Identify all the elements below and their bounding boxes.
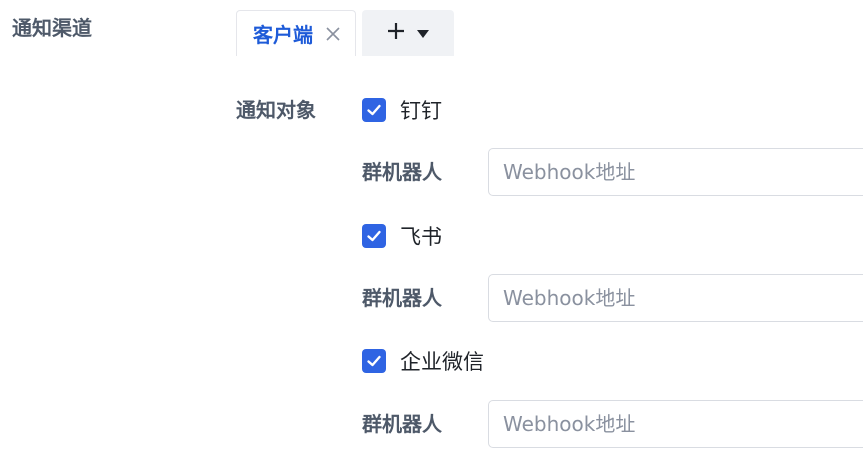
wecom-webhook-input[interactable]	[488, 400, 863, 448]
wecom-checkbox[interactable]	[362, 349, 386, 373]
dingtalk-webhook-input[interactable]	[488, 148, 863, 196]
tab-client[interactable]: 客户端	[236, 10, 356, 56]
feishu-webhook-input[interactable]	[488, 274, 863, 322]
channel-dingtalk: 钉钉	[362, 96, 442, 124]
feishu-robot-label: 群机器人	[362, 286, 442, 310]
tab-client-label: 客户端	[253, 23, 313, 47]
channel-wecom: 企业微信	[362, 347, 484, 375]
notification-settings: 通知渠道 客户端 通知对象 钉钉 群机器人 Webhook地址 飞书 群机器人 …	[0, 0, 863, 459]
section-label: 通知渠道	[12, 16, 92, 40]
close-icon[interactable]	[323, 24, 343, 44]
channel-tabs: 客户端	[236, 10, 454, 56]
dingtalk-checkbox[interactable]	[362, 98, 386, 122]
wecom-label: 企业微信	[400, 350, 484, 374]
dingtalk-label: 钉钉	[400, 99, 442, 123]
dingtalk-robot-label: 群机器人	[362, 160, 442, 184]
add-tab-button[interactable]	[362, 10, 454, 56]
caret-down-icon	[416, 24, 430, 43]
channel-feishu: 飞书	[362, 222, 442, 250]
plus-icon	[386, 21, 406, 45]
target-label: 通知对象	[236, 98, 316, 122]
feishu-checkbox[interactable]	[362, 224, 386, 248]
feishu-label: 飞书	[400, 225, 442, 249]
wecom-robot-label: 群机器人	[362, 412, 442, 436]
